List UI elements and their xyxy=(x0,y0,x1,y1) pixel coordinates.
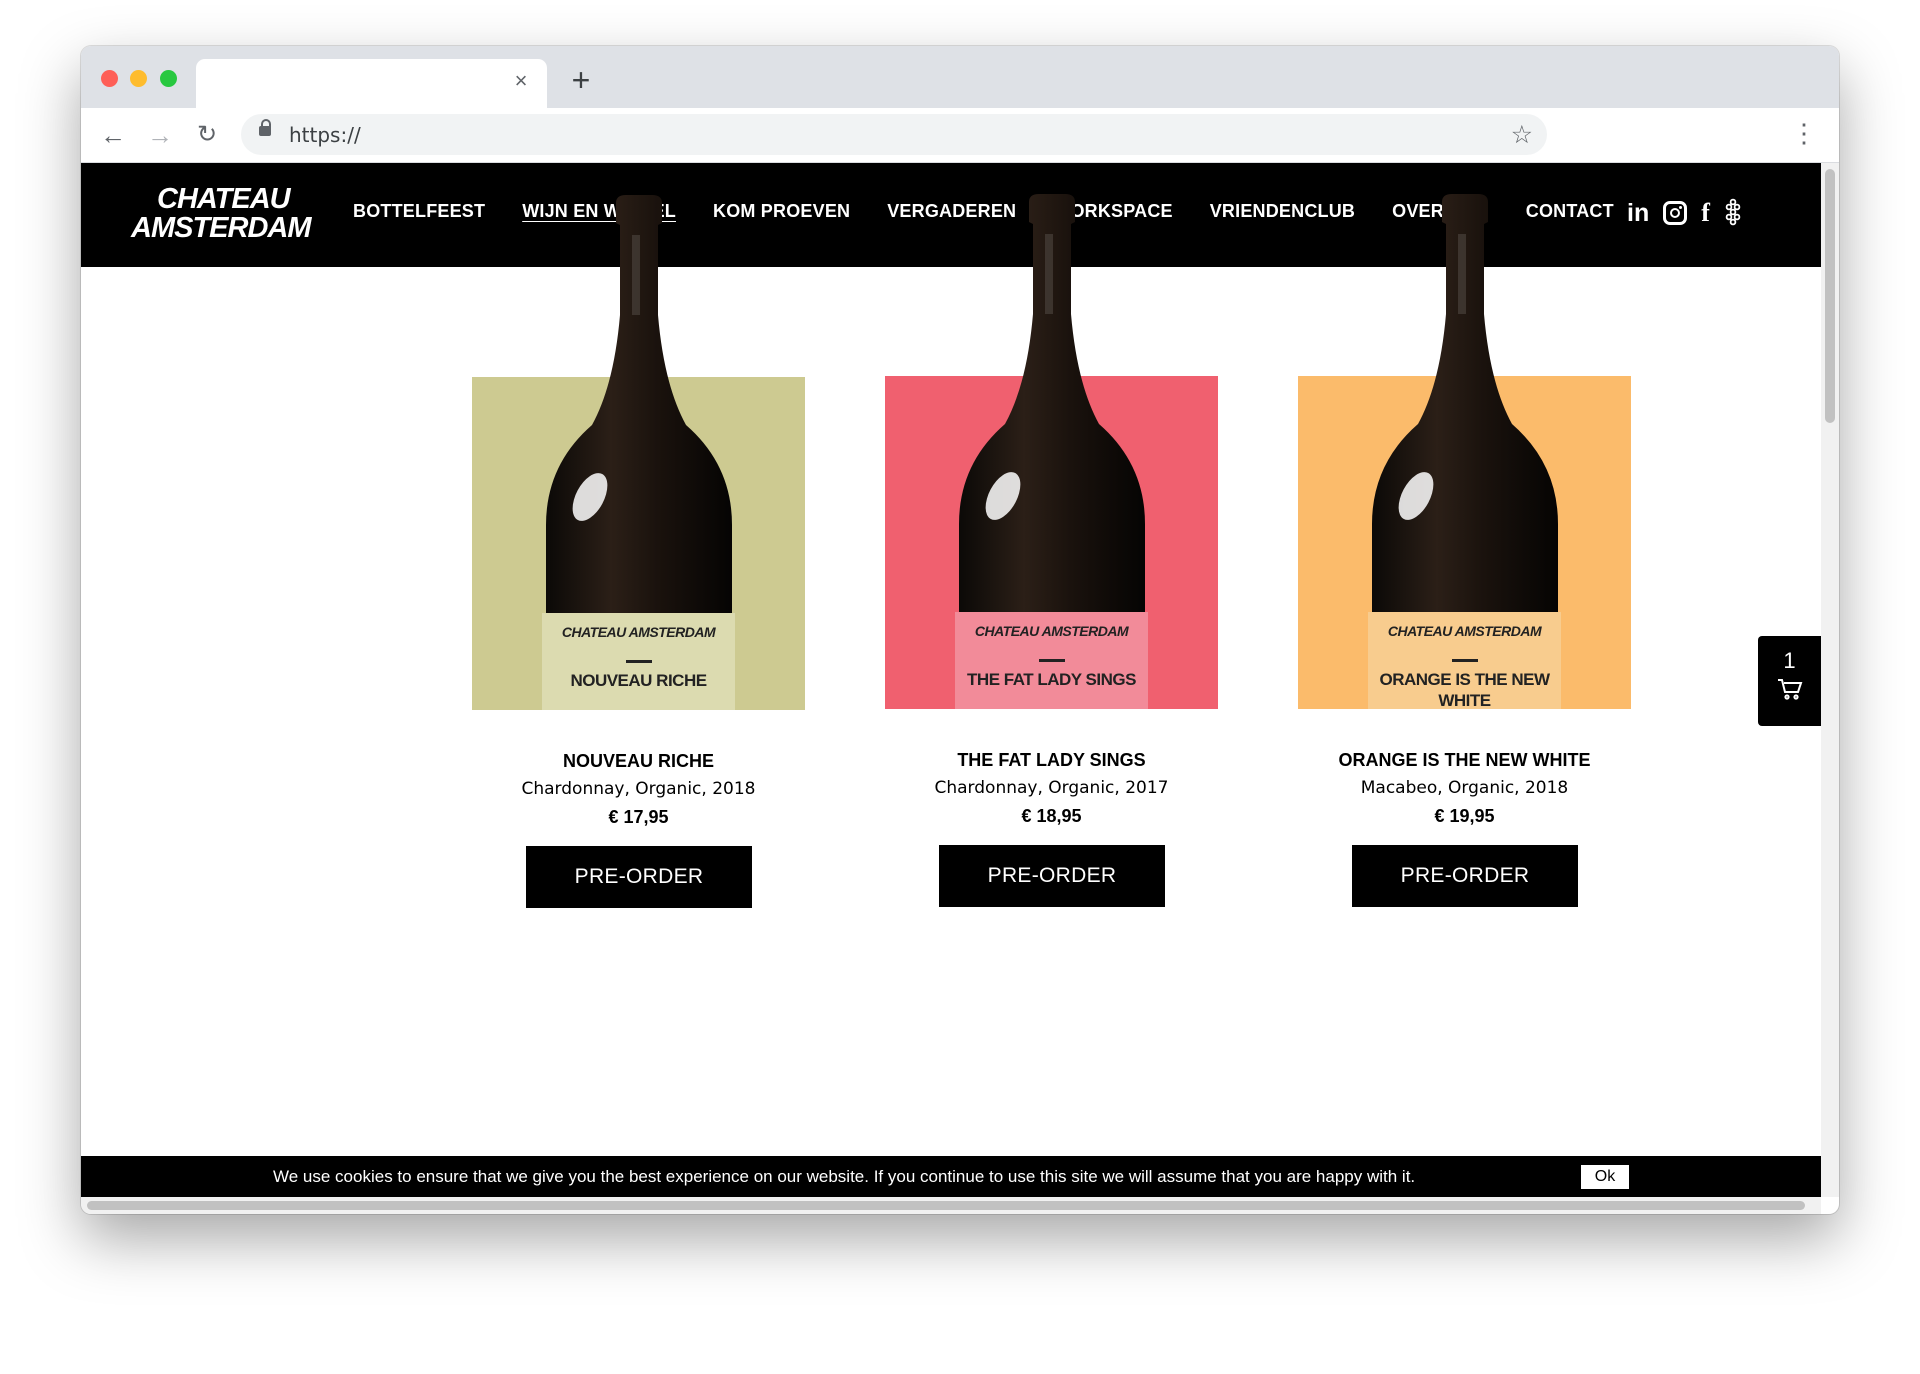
cookie-ok-button[interactable]: Ok xyxy=(1581,1165,1629,1189)
maximize-window-button[interactable] xyxy=(160,70,177,87)
minimize-window-button[interactable] xyxy=(130,70,147,87)
facebook-icon[interactable]: f xyxy=(1701,193,1710,233)
product-price: € 17,95 xyxy=(608,807,669,827)
product-name[interactable]: ORANGE IS THE NEW WHITE xyxy=(1298,750,1631,778)
product-info: NOUVEAU RICHE Chardonnay, Organic, 2018 € … xyxy=(472,751,805,828)
close-window-button[interactable] xyxy=(101,70,118,87)
lock-icon xyxy=(259,119,271,136)
bottle-label-brand: CHATEAU AMSTERDAM xyxy=(561,624,716,640)
browser-menu-icon[interactable]: ⋮ xyxy=(1791,118,1817,148)
cookie-text: We use cookies to ensure that we give yo… xyxy=(273,1167,1416,1186)
back-arrow-icon[interactable]: ← xyxy=(98,120,128,150)
cookie-bar: We use cookies to ensure that we give yo… xyxy=(81,1156,1821,1197)
product-card: CHATEAU AMSTERDAM ORANGE IS THE NEW WHITE… xyxy=(1298,194,1631,914)
social-links: in f xyxy=(1627,193,1742,233)
label-dash xyxy=(1452,659,1478,662)
product-image[interactable]: CHATEAU AMSTERDAM THE FAT LADY SINGS xyxy=(885,194,1218,709)
bottle-label-brand: CHATEAU AMSTERDAM xyxy=(974,623,1129,639)
bottle-label-name: THE FAT LADY SINGS xyxy=(967,670,1136,689)
pre-order-button[interactable]: PRE-ORDER xyxy=(526,846,752,908)
new-tab-button[interactable]: + xyxy=(563,63,599,99)
label-dash xyxy=(626,660,652,663)
tab-close-icon[interactable]: × xyxy=(509,69,533,93)
logo-line-2: AMSTERDAM xyxy=(131,212,311,244)
bottle-label-brand: CHATEAU AMSTERDAM xyxy=(1387,623,1542,639)
bottle-label: CHATEAU AMSTERDAM NOUVEAU RICHE xyxy=(542,613,735,710)
product-info: ORANGE IS THE NEW WHITE Macabeo, Organic,… xyxy=(1298,750,1631,827)
vertical-scroll-thumb[interactable] xyxy=(1825,169,1835,423)
page-viewport: CHATEAU AMSTERDAM BOTTELFEEST WIJN EN WIN… xyxy=(81,163,1821,1197)
product-card: CHATEAU AMSTERDAM NOUVEAU RICHE NOUVEAU RI… xyxy=(472,195,805,915)
pre-order-button[interactable]: PRE-ORDER xyxy=(1352,845,1578,907)
vertical-scrollbar[interactable] xyxy=(1821,163,1839,1197)
cart-count: 1 xyxy=(1783,648,1796,673)
horizontal-scrollbar[interactable] xyxy=(81,1197,1821,1214)
logo-line-1: CHATEAU xyxy=(157,183,291,215)
browser-tab[interactable]: × xyxy=(196,59,547,108)
product-description: Chardonnay, Organic, 2018 xyxy=(521,779,756,799)
site-logo[interactable]: CHATEAU AMSTERDAM xyxy=(131,185,311,243)
browser-toolbar: ← → ↻ https:// ☆ ⋮ xyxy=(81,108,1839,163)
grapes-icon[interactable] xyxy=(1724,198,1742,228)
product-price: € 19,95 xyxy=(1434,806,1495,826)
reload-icon[interactable]: ↻ xyxy=(192,120,222,150)
cart-widget[interactable]: 1 xyxy=(1758,636,1821,726)
cart-icon xyxy=(1758,678,1821,707)
product-image[interactable]: CHATEAU AMSTERDAM NOUVEAU RICHE xyxy=(472,195,805,710)
product-image[interactable]: CHATEAU AMSTERDAM ORANGE IS THE NEW WHITE xyxy=(1298,194,1631,710)
instagram-icon[interactable] xyxy=(1663,201,1688,225)
product-name[interactable]: NOUVEAU RICHE xyxy=(472,751,805,779)
address-bar[interactable]: https:// ☆ xyxy=(241,114,1547,155)
product-description: Macabeo, Organic, 2018 xyxy=(1360,778,1569,798)
product-info: THE FAT LADY SINGS Chardonnay, Organic, 2… xyxy=(885,750,1218,827)
pre-order-button[interactable]: PRE-ORDER xyxy=(939,845,1165,907)
product-card: CHATEAU AMSTERDAM THE FAT LADY SINGS THE F… xyxy=(885,194,1218,914)
bottle-label-name: ORANGE IS THE NEW WHITE xyxy=(1379,670,1550,710)
bottle-label-name: NOUVEAU RICHE xyxy=(570,671,707,690)
bookmark-star-icon[interactable]: ☆ xyxy=(1511,120,1533,150)
product-price: € 18,95 xyxy=(1021,806,1082,826)
label-dash xyxy=(1039,659,1065,662)
horizontal-scroll-thumb[interactable] xyxy=(87,1201,1805,1210)
url-text[interactable]: https:// xyxy=(289,123,361,147)
browser-window: × + ← → ↻ https:// ☆ ⋮ CHATEAU AMSTERDAM… xyxy=(81,46,1839,1214)
nav-item-bottelfeest[interactable]: BOTTELFEEST xyxy=(353,201,485,222)
tab-bar: × + xyxy=(81,46,1839,108)
bottle-label: CHATEAU AMSTERDAM ORANGE IS THE NEW WHITE xyxy=(1368,612,1561,710)
product-description: Chardonnay, Organic, 2017 xyxy=(934,778,1169,798)
product-name[interactable]: THE FAT LADY SINGS xyxy=(885,750,1218,778)
bottle-label: CHATEAU AMSTERDAM THE FAT LADY SINGS xyxy=(955,612,1148,709)
forward-arrow-icon[interactable]: → xyxy=(145,120,175,150)
